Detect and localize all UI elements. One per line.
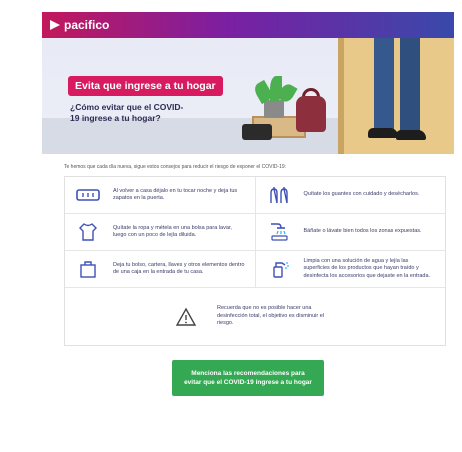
background-margin-right [454, 0, 462, 452]
tip-text: Al volver a casa déjalo en tu tocar noch… [113, 187, 238, 202]
hero-banner: Evita que ingrese a tu hogar ¿Cómo evita… [42, 38, 454, 154]
tip-text: Quítate la ropa y métela en una bolsa pa… [113, 224, 232, 239]
tip-text: Limpia con una solución de agua y lejía … [303, 257, 431, 279]
notice-text: Recuerda que no es posible hacer una des… [217, 305, 325, 327]
brand-logo[interactable]: pacifico [50, 18, 109, 32]
shirt-icon [75, 221, 101, 243]
page: pacifico Evita que ingrese a tu hogar ¿C… [42, 12, 454, 452]
spray-icon [266, 258, 292, 280]
person-leg [374, 38, 394, 132]
tip-item: Deja tu bolso, cartera, llaves y otros e… [65, 251, 255, 287]
cta-container: Menciona las recomendaciones para evitar… [42, 346, 454, 396]
tips-row: Deja tu bolso, cartera, llaves y otros e… [65, 251, 445, 288]
doormat-icon [75, 184, 101, 206]
logo-text: pacifico [64, 18, 110, 32]
intro-text: Te hemos que cada día nueva, sigue estos… [64, 164, 287, 170]
tip-text: Báñate o lávate bien todos los zonas exp… [303, 228, 422, 235]
box-icon [75, 258, 101, 280]
logo-icon [50, 20, 60, 30]
header-bar: pacifico [42, 12, 454, 38]
background-margin-top [40, 0, 462, 10]
background-margin-left [0, 0, 40, 452]
gloves-icon [266, 184, 292, 206]
tips-row: Quítate la ropa y métela en una bolsa pa… [65, 214, 445, 251]
tip-item: Quítate la ropa y métela en una bolsa pa… [65, 214, 255, 250]
shoe [396, 130, 426, 140]
backpack-illustration [296, 96, 326, 132]
boots-illustration [242, 124, 272, 140]
tip-text: Deja tu bolso, cartera, llaves y otros e… [113, 261, 245, 276]
shoe [368, 128, 398, 138]
person-leg [400, 38, 420, 134]
tip-item: Báñate o lávate bien todos los zonas exp… [254, 214, 446, 250]
tip-item: Quítate los guantes con cuidado y deséch… [254, 177, 446, 213]
plant-pot [264, 100, 284, 118]
hero-question: ¿Cómo evitar que el COVID-19 ingrese a t… [70, 102, 184, 123]
tip-item: Limpia con una solución de agua y lejía … [254, 251, 446, 287]
notice-box: Recuerda que no es posible hacer una des… [64, 288, 446, 346]
hero-title-badge: Evita que ingrese a tu hogar [68, 76, 223, 96]
recommendations-button[interactable]: Menciona las recomendaciones para evitar… [172, 360, 324, 396]
shower-icon [266, 221, 292, 243]
tips-grid: Al volver a casa déjalo en tu tocar noch… [64, 176, 446, 288]
warning-icon [173, 306, 199, 328]
tip-item: Al volver a casa déjalo en tu tocar noch… [65, 177, 255, 213]
tips-row: Al volver a casa déjalo en tu tocar noch… [65, 177, 445, 214]
tip-text: Quítate los guantes con cuidado y deséch… [303, 191, 420, 198]
